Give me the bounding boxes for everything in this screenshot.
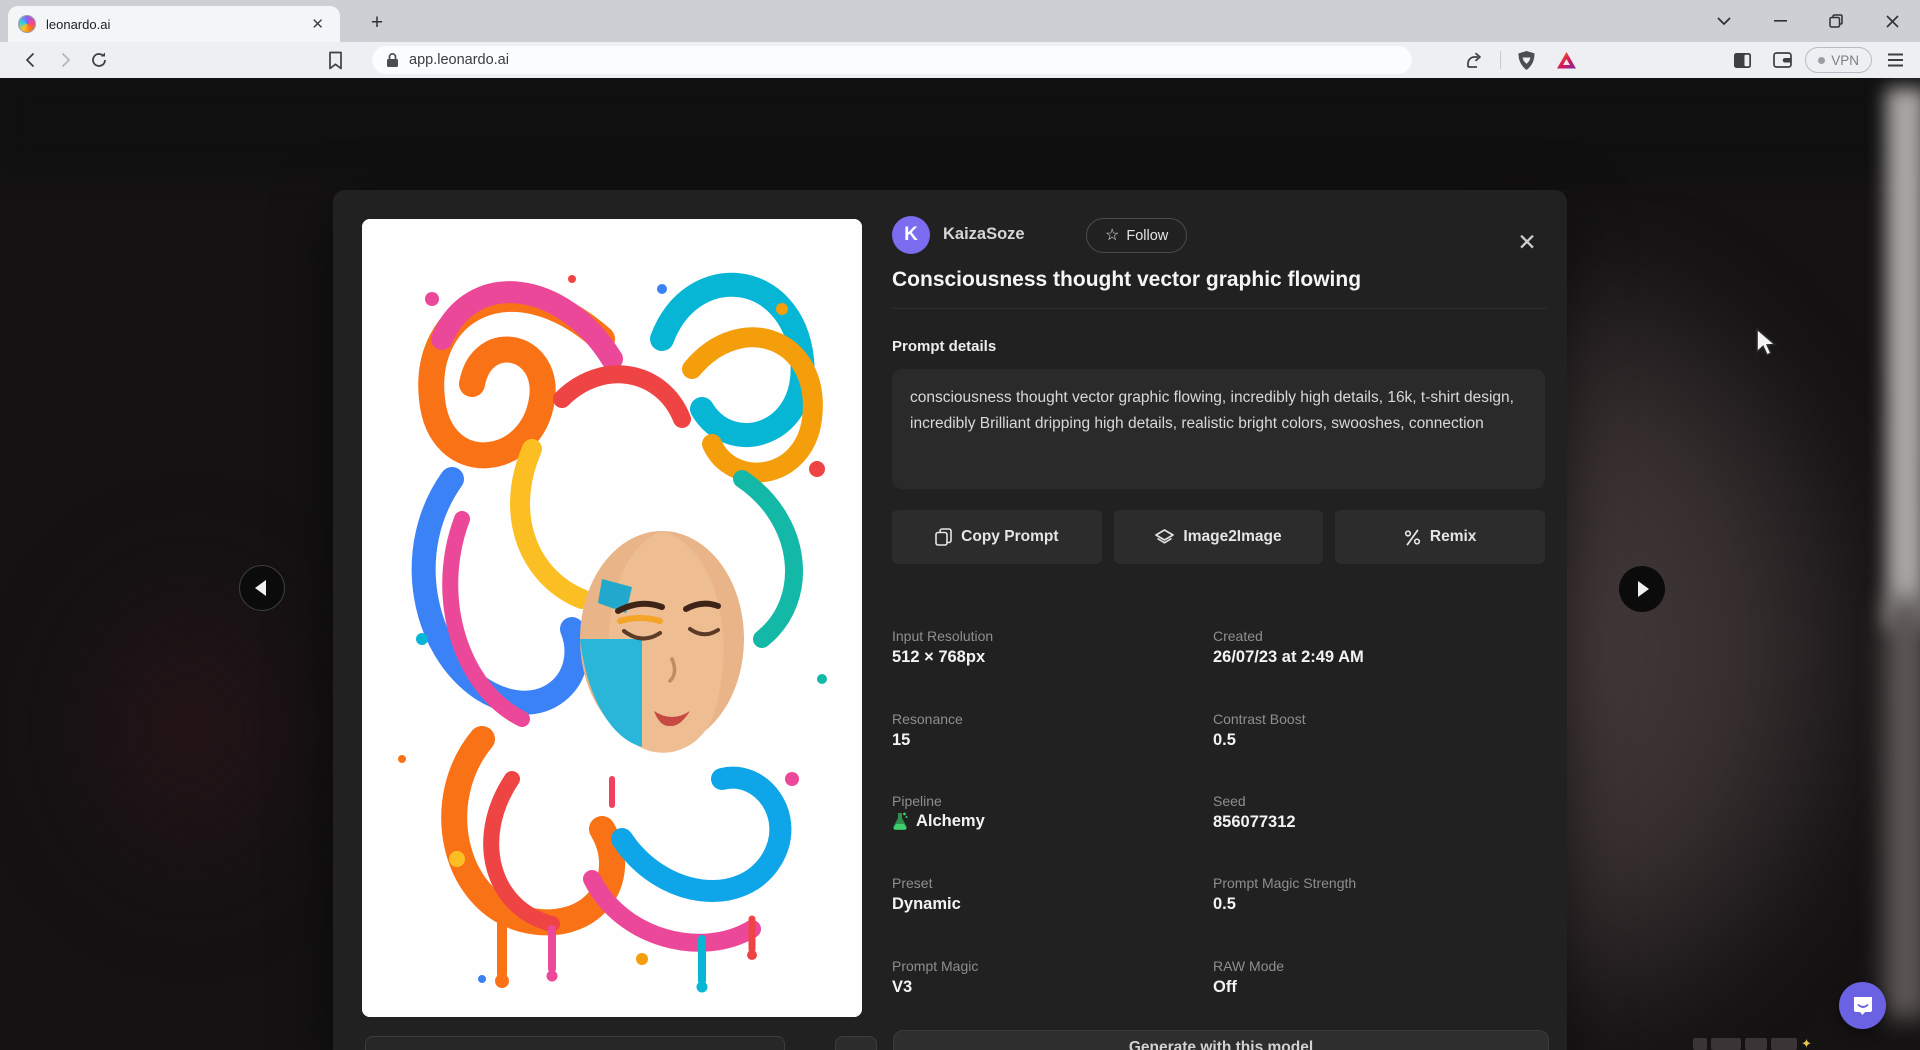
detail-value-preset: Dynamic <box>892 895 961 914</box>
copy-icon <box>935 528 952 546</box>
address-bar[interactable]: app.leonardo.ai <box>372 46 1412 74</box>
prompt-text-box[interactable]: consciousness thought vector graphic flo… <box>892 369 1545 489</box>
prompt-details-heading: Prompt details <box>892 338 996 355</box>
minimize-button[interactable] <box>1752 0 1808 42</box>
browser-toolbar: app.leonardo.ai <box>0 42 1920 78</box>
follow-button[interactable]: ☆ Follow <box>1086 218 1187 253</box>
next-card-partial-bar <box>365 1036 785 1050</box>
chevron-left-icon <box>255 580 266 596</box>
backdrop-light-strip <box>1886 88 1920 628</box>
alchemy-flask-icon <box>892 811 908 831</box>
back-button[interactable] <box>14 45 48 75</box>
restore-button[interactable] <box>1808 0 1864 42</box>
detail-label-prompt-magic-strength: Prompt Magic Strength <box>1213 875 1356 891</box>
watermark-glyph <box>1711 1038 1741 1050</box>
detail-label-contrast-boost: Contrast Boost <box>1213 711 1306 727</box>
detail-label-resonance: Resonance <box>892 711 963 727</box>
detail-value-seed: 856077312 <box>1213 813 1296 832</box>
detail-value-raw-mode: Off <box>1213 978 1237 997</box>
detail-label-prompt-magic: Prompt Magic <box>892 958 978 974</box>
support-chat-button[interactable] <box>1839 982 1886 1029</box>
detail-label-raw-mode: RAW Mode <box>1213 958 1284 974</box>
detail-label-created: Created <box>1213 628 1263 644</box>
image-detail-modal: K KaizaSoze ☆ Follow ✕ Consciousness tho… <box>333 190 1567 1050</box>
chat-bubble-icon <box>1852 996 1874 1016</box>
backdrop-top-shade <box>0 78 1920 168</box>
toolbar-separator <box>1500 51 1501 69</box>
next-image-button[interactable] <box>1619 566 1665 612</box>
detail-value-prompt-magic-strength: 0.5 <box>1213 895 1236 914</box>
previous-image-button[interactable] <box>239 565 285 611</box>
tab-search-chevron-icon[interactable] <box>1696 0 1752 42</box>
tab-leonardo[interactable]: leonardo.ai ✕ <box>8 6 340 42</box>
remix-button[interactable]: Remix <box>1335 510 1545 564</box>
remix-label: Remix <box>1430 528 1477 546</box>
share-icon[interactable] <box>1458 45 1492 75</box>
user-avatar[interactable]: K <box>892 216 930 254</box>
watermark-glyph <box>1745 1038 1767 1050</box>
lock-icon <box>386 52 399 68</box>
detail-value-input-resolution: 512 × 768px <box>892 648 985 667</box>
follow-label: Follow <box>1126 228 1168 244</box>
vpn-button[interactable]: VPN <box>1805 47 1872 73</box>
copy-prompt-label: Copy Prompt <box>961 528 1058 546</box>
reload-button[interactable] <box>82 45 116 75</box>
generated-artwork-image[interactable] <box>362 219 862 1017</box>
watermark-glyph <box>1771 1038 1797 1050</box>
brave-shield-icon[interactable] <box>1509 45 1543 75</box>
action-buttons-row: Copy Prompt Image2Image Remix <box>892 510 1545 564</box>
tab-title: leonardo.ai <box>46 17 305 32</box>
browser-window: leonardo.ai ✕ + <box>0 0 1920 1050</box>
leonardo-favicon-icon <box>18 15 36 33</box>
new-tab-button[interactable]: + <box>362 8 392 38</box>
next-card-partial-square <box>835 1036 877 1050</box>
remix-icon <box>1404 529 1421 546</box>
detail-label-preset: Preset <box>892 875 932 891</box>
window-controls <box>1696 0 1920 42</box>
close-window-button[interactable] <box>1864 0 1920 42</box>
copy-prompt-button[interactable]: Copy Prompt <box>892 510 1102 564</box>
image-title: Consciousness thought vector graphic flo… <box>892 268 1547 309</box>
menu-hamburger-icon[interactable] <box>1878 45 1912 75</box>
sidebar-panel-icon[interactable] <box>1725 45 1759 75</box>
wallet-icon[interactable] <box>1765 45 1799 75</box>
backdrop-red-tint <box>40 538 340 918</box>
username[interactable]: KaizaSoze <box>943 225 1025 244</box>
tab-strip: leonardo.ai ✕ + <box>0 0 1920 42</box>
detail-label-pipeline: Pipeline <box>892 793 942 809</box>
backdrop-gray-strip <box>1884 598 1920 1018</box>
detail-value-pipeline: Alchemy <box>892 811 985 831</box>
detail-label-input-resolution: Input Resolution <box>892 628 993 644</box>
forward-button[interactable] <box>48 45 82 75</box>
watermark-sparkle-icon: ✦ <box>1801 1038 1812 1050</box>
tab-close-icon[interactable]: ✕ <box>305 13 330 35</box>
detail-value-resonance: 15 <box>892 731 910 750</box>
vpn-label: VPN <box>1831 53 1859 68</box>
url-text: app.leonardo.ai <box>409 52 509 68</box>
image2image-button[interactable]: Image2Image <box>1114 510 1324 564</box>
watermark-glyph <box>1693 1038 1707 1050</box>
bookmark-icon[interactable] <box>318 45 352 75</box>
detail-value-created: 26/07/23 at 2:49 AM <box>1213 648 1364 667</box>
mouse-cursor <box>1755 328 1781 363</box>
detail-label-seed: Seed <box>1213 793 1246 809</box>
generate-with-model-button[interactable]: Generate with this model <box>893 1030 1549 1050</box>
image2image-label: Image2Image <box>1183 528 1281 546</box>
vpn-status-dot <box>1818 57 1825 64</box>
layers-icon <box>1155 529 1174 546</box>
detail-value-contrast-boost: 0.5 <box>1213 731 1236 750</box>
pipeline-value-text: Alchemy <box>916 812 985 831</box>
chevron-right-icon <box>1638 581 1649 597</box>
watermark-partial: ✦ <box>1693 1038 1812 1050</box>
brave-rewards-icon[interactable] <box>1549 45 1583 75</box>
modal-close-icon[interactable]: ✕ <box>1513 228 1541 256</box>
star-icon: ☆ <box>1105 228 1119 244</box>
toolbar-right-cluster: VPN <box>1458 42 1912 78</box>
detail-value-prompt-magic: V3 <box>892 978 912 997</box>
